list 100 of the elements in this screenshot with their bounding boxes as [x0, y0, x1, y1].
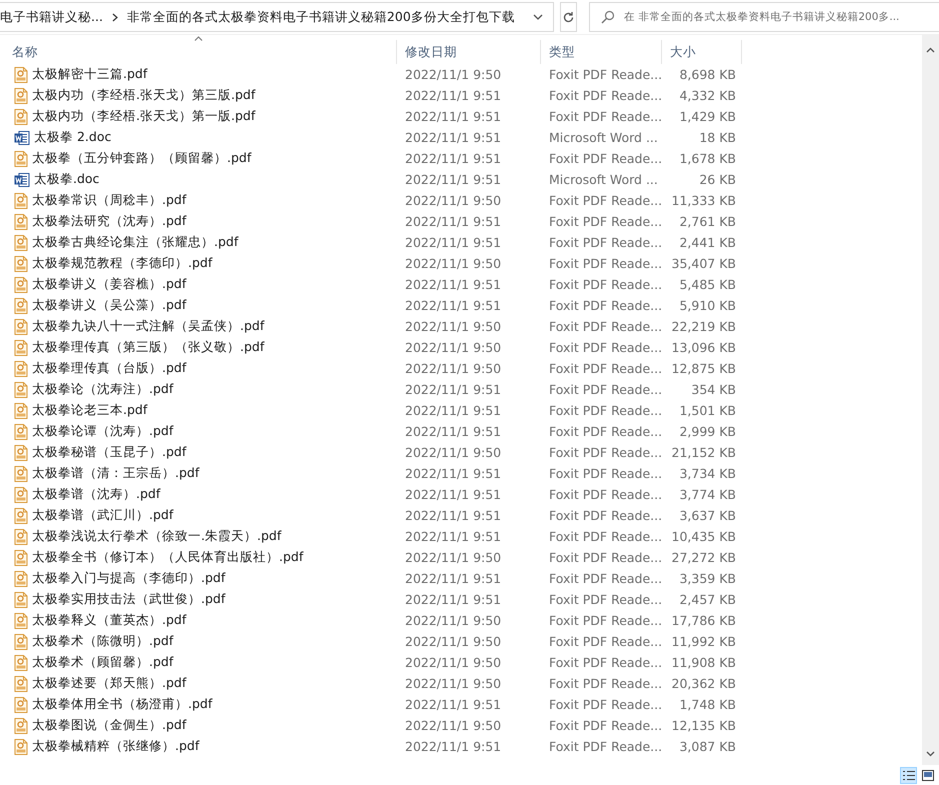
column-header[interactable]: 名称 [0, 40, 397, 64]
file-size: 35,407 KB [672, 256, 736, 271]
file-name[interactable]: 太极内功（李经梧.张天戈）第一版.pdf [32, 108, 256, 125]
file-name[interactable]: 太极拳谱（武汇川）.pdf [32, 507, 174, 524]
modified-date: 2022/11/1 9:51 [405, 697, 502, 712]
file-size: 17,786 KB [672, 613, 736, 628]
file-name[interactable]: 太极拳规范教程（李德印）.pdf [32, 255, 212, 272]
file-name[interactable]: 太极拳术（陈微明）.pdf [32, 633, 174, 650]
file-size: 1,678 KB [679, 151, 736, 166]
file-name[interactable]: 太极拳论（沈寿注）.pdf [32, 381, 174, 398]
pdf-file-icon [14, 382, 28, 398]
file-size: 20,362 KB [672, 676, 736, 691]
file-type: Foxit PDF Reade... [549, 214, 662, 229]
scrollbar[interactable] [922, 35, 939, 765]
modified-date: 2022/11/1 9:51 [405, 571, 502, 586]
file-type: Foxit PDF Reade... [549, 550, 662, 565]
file-name[interactable]: 太极解密十三篇.pdf [32, 66, 148, 83]
file-name[interactable]: 太极内功（李经梧.张天戈）第三版.pdf [32, 87, 256, 104]
pdf-file-icon [14, 402, 28, 418]
file-name[interactable]: 太极拳图说（金倜生）.pdf [32, 717, 186, 734]
file-size: 27,272 KB [672, 550, 736, 565]
file-type: Foxit PDF Reade... [549, 361, 662, 376]
file-name[interactable]: 太极拳理传真（第三版）（张义敬）.pdf [32, 339, 264, 356]
file-name[interactable]: 太极拳九诀八十一式注解（吴孟侠）.pdf [32, 318, 264, 335]
column-header[interactable]: 类型 [541, 40, 662, 64]
modified-date: 2022/11/1 9:50 [405, 634, 502, 649]
file-name[interactable]: 太极拳讲义（吴公藻）.pdf [32, 297, 186, 314]
pdf-file-icon [14, 214, 28, 230]
pdf-file-icon [14, 298, 28, 314]
file-name[interactable]: 太极拳讲义（姜容樵）.pdf [32, 276, 186, 293]
file-name[interactable]: 太极拳法研究（沈寿）.pdf [32, 213, 186, 230]
file-name[interactable]: 太极拳论老三本.pdf [32, 402, 148, 419]
pdf-file-icon [14, 676, 28, 692]
search-field[interactable]: 在 非常全面的各式太极拳资料电子书籍讲义秘籍200多... [589, 2, 939, 32]
file-size: 5,910 KB [679, 298, 736, 313]
file-size: 12,875 KB [672, 361, 736, 376]
modified-date: 2022/11/1 9:51 [405, 529, 502, 544]
scroll-up-icon[interactable] [926, 47, 935, 53]
pdf-file-icon [14, 88, 28, 104]
pdf-file-icon [14, 528, 28, 544]
modified-date: 2022/11/1 9:51 [405, 214, 502, 229]
file-type: Foxit PDF Reade... [549, 592, 662, 607]
file-name[interactable]: 太极拳.doc [34, 171, 100, 188]
file-name[interactable]: 太极拳（五分钟套路）（顾留馨）.pdf [32, 150, 252, 167]
file-type: Foxit PDF Reade... [549, 424, 662, 439]
file-name[interactable]: 太极拳浅说太行拳术（徐致一.朱霞天）.pdf [32, 528, 282, 545]
file-type: Foxit PDF Reade... [549, 676, 662, 691]
file-name[interactable]: 太极拳入门与提高（李德印）.pdf [32, 570, 226, 587]
file-name[interactable]: 太极拳秘谱（玉昆子）.pdf [32, 444, 186, 461]
file-size: 11,908 KB [672, 655, 736, 670]
modified-date: 2022/11/1 9:51 [405, 130, 502, 145]
column-header[interactable]: 修改日期 [397, 40, 541, 64]
file-type: Foxit PDF Reade... [549, 529, 662, 544]
file-type: Foxit PDF Reade... [549, 67, 662, 82]
file-name[interactable]: 太极拳述要（郑天熊）.pdf [32, 675, 186, 692]
refresh-button[interactable] [560, 2, 577, 32]
pdf-file-icon [14, 550, 28, 566]
file-size: 3,087 KB [679, 739, 736, 754]
modified-date: 2022/11/1 9:50 [405, 67, 502, 82]
address-bar[interactable]: 电子书籍讲义秘... 非常全面的各式太极拳资料电子书籍讲义秘籍200多份大全打包下载 [0, 2, 554, 32]
file-size: 3,734 KB [679, 466, 736, 481]
pdf-file-icon [14, 192, 28, 208]
modified-date: 2022/11/1 9:51 [405, 151, 502, 166]
file-name[interactable]: 太极拳谱（沈寿）.pdf [32, 486, 160, 503]
details-view-button[interactable] [900, 766, 917, 784]
file-name[interactable]: 太极拳全书（修订本）（人民体育出版社）.pdf [32, 549, 304, 566]
file-size: 11,333 KB [672, 193, 736, 208]
file-name[interactable]: 太极拳 2.doc [34, 129, 112, 146]
file-name[interactable]: 太极拳术（顾留馨）.pdf [32, 654, 174, 671]
pdf-file-icon [14, 318, 28, 334]
column-header[interactable]: 大小 [662, 40, 742, 64]
modified-date: 2022/11/1 9:51 [405, 277, 502, 292]
pdf-file-icon [14, 634, 28, 650]
modified-date: 2022/11/1 9:51 [405, 466, 502, 481]
pdf-file-icon [14, 486, 28, 502]
file-name[interactable]: 太极拳谱（清：王宗岳）.pdf [32, 465, 200, 482]
pdf-file-icon [14, 360, 28, 376]
file-type: Foxit PDF Reade... [549, 256, 662, 271]
file-name[interactable]: 太极拳论谭（沈寿）.pdf [32, 423, 174, 440]
file-name[interactable]: 太极拳常识（周稔丰）.pdf [32, 192, 186, 209]
pdf-file-icon [14, 66, 28, 82]
pdf-file-icon [14, 592, 28, 608]
file-name[interactable]: 太极拳理传真（台版）.pdf [32, 360, 186, 377]
file-name[interactable]: 太极拳实用技击法（武世俊）.pdf [32, 591, 226, 608]
breadcrumb[interactable]: 非常全面的各式太极拳资料电子书籍讲义秘籍200多份大全打包下载 [126, 8, 515, 26]
file-type: Foxit PDF Reade... [549, 151, 662, 166]
pdf-file-icon [14, 612, 28, 628]
scroll-down-icon[interactable] [926, 751, 935, 757]
file-size: 354 KB [691, 382, 736, 397]
pdf-file-icon [14, 654, 28, 670]
file-name[interactable]: 太极拳释义（董英杰）.pdf [32, 612, 186, 629]
breadcrumb[interactable]: 电子书籍讲义秘... [0, 8, 103, 26]
file-name[interactable]: 太极拳械精粹（张继修）.pdf [32, 738, 200, 755]
file-name[interactable]: 太极拳古典经论集注（张耀忠）.pdf [32, 234, 238, 251]
word-document-icon [14, 130, 30, 146]
file-name[interactable]: 太极拳体用全书（杨澄甫）.pdf [32, 696, 212, 713]
dropdown-icon[interactable] [532, 14, 543, 20]
file-size: 11,992 KB [672, 634, 736, 649]
modified-date: 2022/11/1 9:51 [405, 487, 502, 502]
file-size: 8,698 KB [679, 67, 736, 82]
